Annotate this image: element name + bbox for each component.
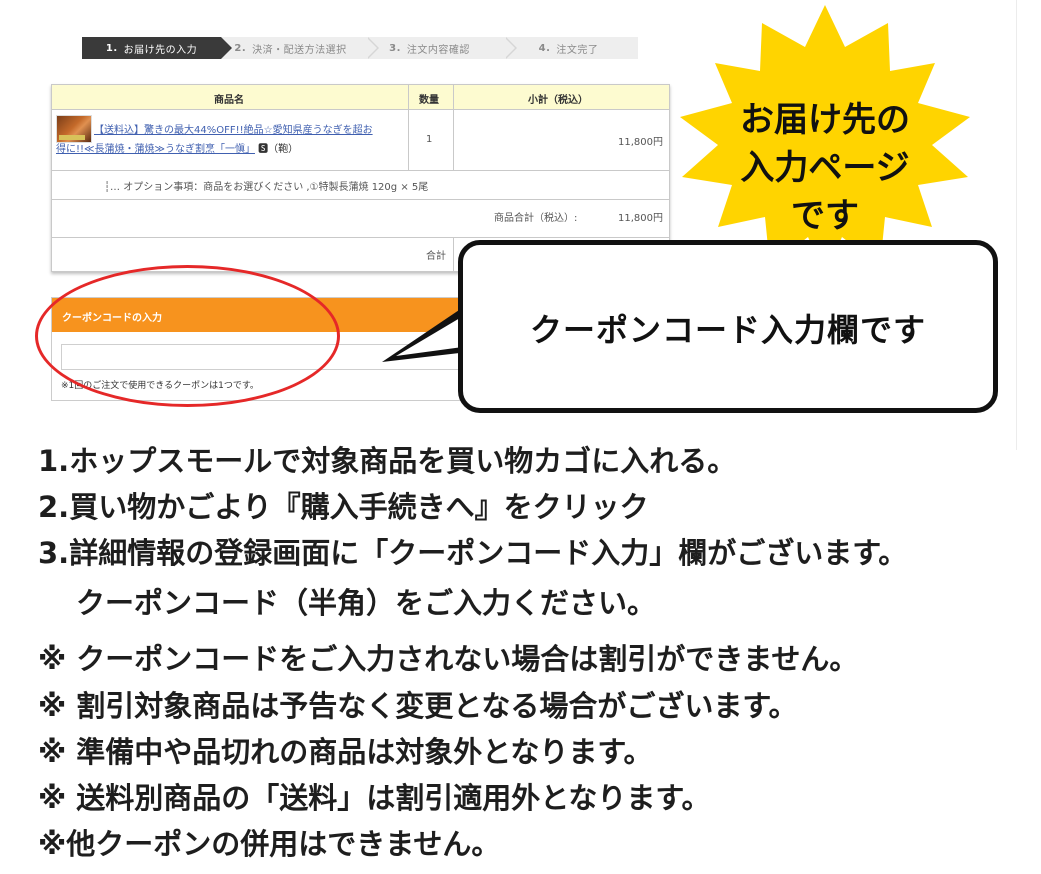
step-separator bbox=[366, 37, 379, 59]
speech-bubble-tail bbox=[382, 304, 470, 362]
step-label: 決済・配送方法選択 bbox=[252, 44, 347, 56]
note-out-of-stock: ※ 準備中や品切れの商品は対象外となります。 bbox=[38, 735, 653, 769]
step-label: 注文完了 bbox=[556, 44, 599, 56]
step-order-complete: 4. 注文完了 bbox=[499, 37, 638, 59]
note-products-change: ※ 割引対象商品は予告なく変更となる場合がございます。 bbox=[38, 689, 798, 723]
header-product: 商品名 bbox=[214, 95, 244, 106]
instruction-step-3-detail: クーポンコード（半角）をご入力ください。 bbox=[76, 586, 657, 620]
starburst-line: です bbox=[791, 196, 859, 236]
step-delivery-address: 1. お届け先の入力 bbox=[82, 37, 232, 59]
product-name-link[interactable]: 【送料込】驚きの最大44%OFF!!絶品☆愛知県産うなぎを超お 得に!!≪長蒲焼… bbox=[56, 121, 406, 159]
cart-table-header: 商品名 数量 小計（税込） bbox=[52, 85, 669, 110]
step-number: 3. bbox=[389, 42, 401, 54]
note-no-discount: ※ クーポンコードをご入力されない場合は割引ができません。 bbox=[38, 642, 859, 676]
starburst-line: 入力ページ bbox=[740, 148, 910, 188]
row-divider bbox=[52, 237, 669, 238]
starburst-text: お届け先の 入力ページ です bbox=[690, 96, 960, 240]
column-divider bbox=[408, 85, 409, 170]
grand-total-label: 合計 bbox=[426, 251, 446, 262]
header-subtotal: 小計（税込） bbox=[528, 95, 588, 106]
total-label: 商品合計（税込）: bbox=[494, 213, 578, 224]
highlight-circle bbox=[35, 265, 340, 407]
checkout-steps: 1. お届け先の入力 2. 決済・配送方法選択 3. 注文内容確認 4. 注文完… bbox=[82, 37, 638, 59]
item-quantity: 1 bbox=[426, 134, 433, 145]
column-divider bbox=[453, 85, 454, 170]
product-name-line1[interactable]: 【送料込】驚きの最大44%OFF!!絶品☆愛知県産うなぎを超お bbox=[56, 121, 406, 140]
step-number: 4. bbox=[538, 42, 551, 54]
note-shipping-excluded: ※ 送料別商品の「送料」は割引適用外となります。 bbox=[38, 781, 711, 815]
note-no-combination: ※他クーポンの併用はできません。 bbox=[38, 827, 501, 861]
option-details: ┆… オプション事項：商品をお選びください ,①特製長蒲焼 120g × 5尾 bbox=[104, 182, 429, 193]
product-name-line2[interactable]: 得に!!≪長蒲焼・蒲焼≫うなぎ割烹「一愼」 bbox=[56, 144, 255, 155]
step-separator bbox=[504, 37, 517, 59]
step-label: 注文内容確認 bbox=[406, 44, 470, 56]
item-subtotal: 11,800円 bbox=[618, 137, 663, 148]
step-payment-shipping: 2. 決済・配送方法選択 bbox=[221, 37, 360, 59]
instruction-step-1: 1.ホップスモールで対象商品を買い物カゴに入れる。 bbox=[38, 444, 737, 478]
step-number: 1. bbox=[105, 42, 118, 54]
postage-mark: 🆂（鞄） bbox=[258, 144, 299, 155]
starburst-line: お届け先の bbox=[740, 100, 910, 140]
step-number: 2. bbox=[234, 42, 247, 54]
speech-bubble-text: クーポンコード入力欄です bbox=[529, 311, 926, 349]
row-divider bbox=[52, 199, 669, 200]
instruction-step-2: 2.買い物かごより『購入手続きへ』をクリック bbox=[38, 490, 649, 524]
column-divider bbox=[453, 237, 454, 271]
instruction-step-3: 3.詳細情報の登録画面に「クーポンコード入力」欄がございます。 bbox=[38, 536, 908, 570]
total-value: 11,800円 bbox=[618, 213, 663, 224]
header-qty: 数量 bbox=[419, 95, 439, 106]
step-label: お届け先の入力 bbox=[123, 44, 198, 56]
row-divider bbox=[52, 170, 669, 171]
page-edge-divider bbox=[1016, 0, 1017, 450]
step-order-confirm: 3. 注文内容確認 bbox=[360, 37, 499, 59]
